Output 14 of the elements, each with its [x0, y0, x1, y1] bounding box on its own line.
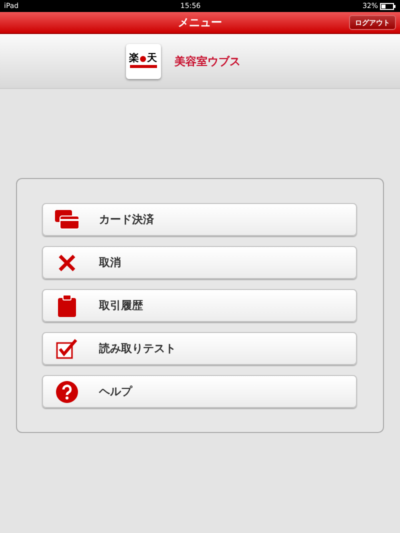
menu-button[interactable]: ヘルプ	[42, 375, 357, 408]
help-icon	[56, 380, 78, 402]
menu-button[interactable]: 読み取りテスト	[42, 332, 357, 365]
clipboard-icon	[58, 294, 76, 316]
credit-card-icon	[55, 210, 79, 230]
checkbox-icon	[56, 338, 78, 358]
menu-button[interactable]: 取引履歴	[42, 289, 357, 322]
store-name: 美容室ウブス	[174, 54, 240, 68]
menu-button[interactable]: 取消	[42, 246, 357, 279]
menu-button[interactable]: カード決済	[42, 203, 357, 236]
store-logo: 楽 天	[126, 44, 160, 78]
close-icon	[58, 254, 76, 272]
battery-icon	[380, 2, 396, 10]
nav-title: メニュー	[178, 15, 222, 30]
